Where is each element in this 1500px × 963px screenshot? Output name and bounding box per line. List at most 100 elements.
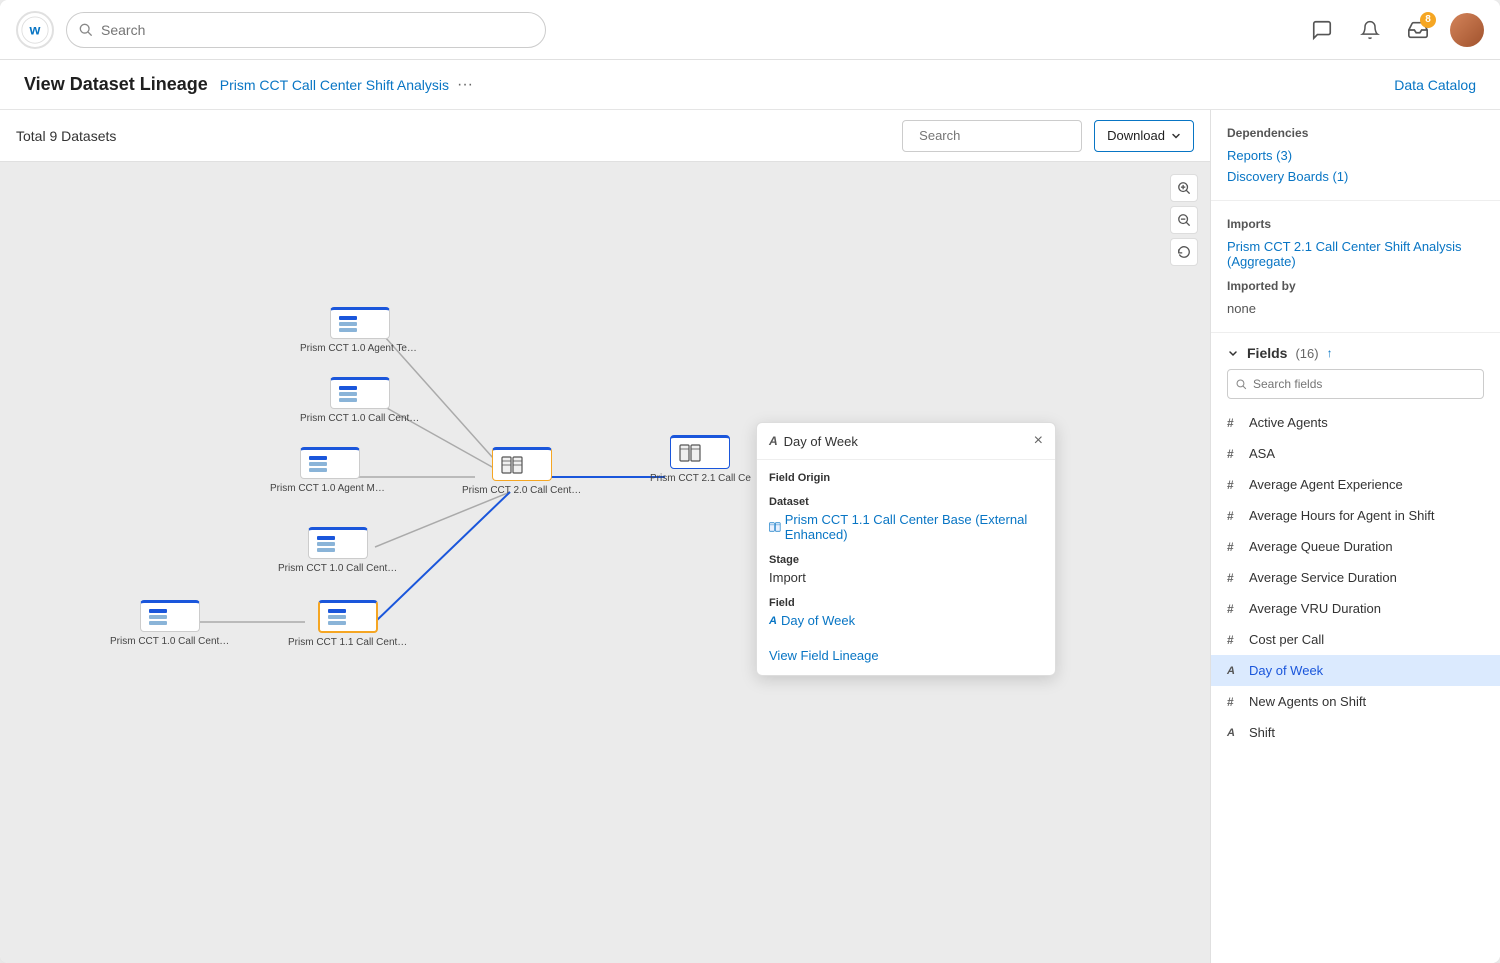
chat-icon-button[interactable] <box>1306 14 1338 46</box>
field-search-bar[interactable] <box>1227 369 1484 399</box>
field-item[interactable]: #New Agents on Shift <box>1211 686 1500 717</box>
popup-dataset-value[interactable]: Prism CCT 1.1 Call Center Base (External… <box>769 512 1043 542</box>
chat-icon <box>1311 19 1333 41</box>
discovery-boards-link[interactable]: Discovery Boards (1) <box>1227 169 1348 184</box>
data-catalog-link[interactable]: Data Catalog <box>1394 77 1476 93</box>
popup-stage-value: Import <box>769 570 1043 585</box>
fields-title: Fields <box>1247 345 1287 361</box>
field-item[interactable]: # Average VRU Duration <box>1211 593 1500 624</box>
main-content: Total 9 Datasets Download <box>0 110 1500 963</box>
global-search-bar[interactable] <box>66 12 546 48</box>
field-type-icon: # <box>1227 602 1241 616</box>
page-subtitle-link[interactable]: Prism CCT Call Center Shift Analysis <box>220 77 449 93</box>
fields-sort-button[interactable]: ↑ <box>1327 346 1333 360</box>
zoom-in-button[interactable] <box>1170 174 1198 202</box>
node-agent-mapping[interactable]: Prism CCT 1.0 Agent Mapping Ba <box>270 447 390 494</box>
field-item[interactable]: #Cost per Call <box>1211 624 1500 655</box>
field-type-icon: # <box>1227 633 1241 647</box>
inbox-badge: 8 <box>1420 12 1436 28</box>
app-logo[interactable]: w <box>16 11 54 49</box>
field-name: Shift <box>1249 725 1275 740</box>
reports-link[interactable]: Reports (3) <box>1227 148 1292 163</box>
svg-text:w: w <box>29 21 41 37</box>
field-item[interactable]: # ASA <box>1211 438 1500 469</box>
field-type-icon: # <box>1227 509 1241 523</box>
graph-canvas: Prism CCT 1.0 Agent Tenure (WD) Prism CC… <box>0 162 1210 963</box>
fields-header: Fields (16) ↑ <box>1211 333 1500 369</box>
reset-icon <box>1177 245 1191 259</box>
view-field-lineage-link[interactable]: View Field Lineage <box>769 648 879 663</box>
canvas-toolbar: Total 9 Datasets Download <box>0 110 1210 162</box>
node-blend[interactable]: Prism CCT 2.0 Call Center (Blend) <box>462 447 582 496</box>
popup-field-value[interactable]: A Day of Week <box>769 613 1043 628</box>
zoom-out-button[interactable] <box>1170 206 1198 234</box>
imports-link[interactable]: Prism CCT 2.1 Call Center Shift Analysis… <box>1227 239 1462 269</box>
popup-stage-section: Stage Import <box>769 554 1043 585</box>
field-item[interactable]: #Average Agent Experience <box>1211 469 1500 500</box>
page-title: View Dataset Lineage <box>24 74 208 95</box>
dependencies-title: Dependencies <box>1227 126 1484 140</box>
node-call-center-survey[interactable]: Prism CCT 1.0 Call Center Survey <box>278 527 398 574</box>
field-name: Average Hours for Agent in Shift <box>1249 508 1434 523</box>
blend-icon <box>501 456 523 474</box>
dataset-icon <box>679 444 701 462</box>
field-item[interactable]: AShift <box>1211 717 1500 748</box>
download-button[interactable]: Download <box>1094 120 1194 152</box>
canvas-area: Total 9 Datasets Download <box>0 110 1210 963</box>
field-name: Average Queue Duration <box>1249 539 1393 554</box>
user-avatar[interactable] <box>1450 13 1484 47</box>
popup-header: A Day of Week × <box>757 423 1055 460</box>
field-item[interactable]: # Average Hours for Agent in Shift <box>1211 500 1500 531</box>
imported-by-title: Imported by <box>1227 279 1484 293</box>
download-chevron-icon <box>1171 131 1181 141</box>
field-item[interactable]: # Average Queue Duration <box>1211 531 1500 562</box>
field-type-icon: # <box>1227 416 1241 430</box>
popup-title-text: Day of Week <box>784 434 858 449</box>
search-input[interactable] <box>101 22 533 38</box>
popup-field-section: Field A Day of Week <box>769 597 1043 628</box>
nav-icon-group: 8 <box>1306 13 1484 47</box>
right-sidebar: Dependencies Reports (3) Discovery Board… <box>1210 110 1500 963</box>
field-item[interactable]: ADay of Week <box>1211 655 1500 686</box>
total-datasets-label: Total 9 Datasets <box>16 128 116 144</box>
field-type-icon: # <box>1227 571 1241 585</box>
popup-body: Field Origin Dataset <box>757 460 1055 675</box>
popup-field-type: A <box>769 615 777 627</box>
dataset-small-icon <box>769 520 781 534</box>
field-type-icon: # <box>1227 447 1241 461</box>
popup-field-type-icon: A <box>769 434 778 448</box>
node-ccb-1-1[interactable]: Prism CCT 1.1 Call Center Base ( <box>288 600 408 648</box>
fields-section: Fields (16) ↑ #Active Agents#ASA#Average… <box>1211 333 1500 748</box>
inbox-icon-button[interactable]: 8 <box>1402 14 1434 46</box>
field-item[interactable]: # Active Agents <box>1211 407 1500 438</box>
node-prism-2-1[interactable]: Prism CCT 2.1 Call Ce <box>650 435 751 484</box>
field-popup: A Day of Week × Field Origin Dataset <box>756 422 1056 676</box>
field-name: Average VRU Duration <box>1249 601 1381 616</box>
field-name: ASA <box>1249 446 1275 461</box>
imported-by-value: none <box>1227 301 1484 316</box>
page-menu-button[interactable]: ··· <box>457 76 473 94</box>
notification-icon-button[interactable] <box>1354 14 1386 46</box>
fields-collapse-icon[interactable] <box>1227 347 1239 359</box>
popup-dataset-section: Dataset Prism CCT 1.1 Call Center Base (… <box>769 496 1043 542</box>
zoom-controls <box>1170 174 1198 266</box>
field-type-icon: # <box>1227 478 1241 492</box>
node-ccb-1-0[interactable]: Prism CCT 1.0 Call Center Base ( <box>110 600 230 647</box>
page-header-right: Data Catalog <box>1394 77 1476 93</box>
canvas-search-input[interactable] <box>919 128 1095 143</box>
field-type-icon: A <box>1227 665 1241 677</box>
field-search-input[interactable] <box>1253 377 1475 391</box>
field-name: Active Agents <box>1249 415 1328 430</box>
canvas-search-bar[interactable] <box>902 120 1082 152</box>
node-call-center-agents[interactable]: Prism CCT 1.0 Call Center Agents <box>300 377 420 424</box>
reset-zoom-button[interactable] <box>1170 238 1198 266</box>
popup-close-button[interactable]: × <box>1034 433 1043 449</box>
zoom-out-icon <box>1177 213 1191 227</box>
field-type-icon: # <box>1227 540 1241 554</box>
dependencies-section: Dependencies Reports (3) Discovery Board… <box>1211 110 1500 201</box>
node-agent-tenure[interactable]: Prism CCT 1.0 Agent Tenure (WD) <box>300 307 420 354</box>
top-navigation: w <box>0 0 1500 60</box>
zoom-in-icon <box>1177 181 1191 195</box>
field-item[interactable]: #Average Service Duration <box>1211 562 1500 593</box>
fields-list: # Active Agents # ASA #Average Agent Experie… <box>1211 407 1500 748</box>
